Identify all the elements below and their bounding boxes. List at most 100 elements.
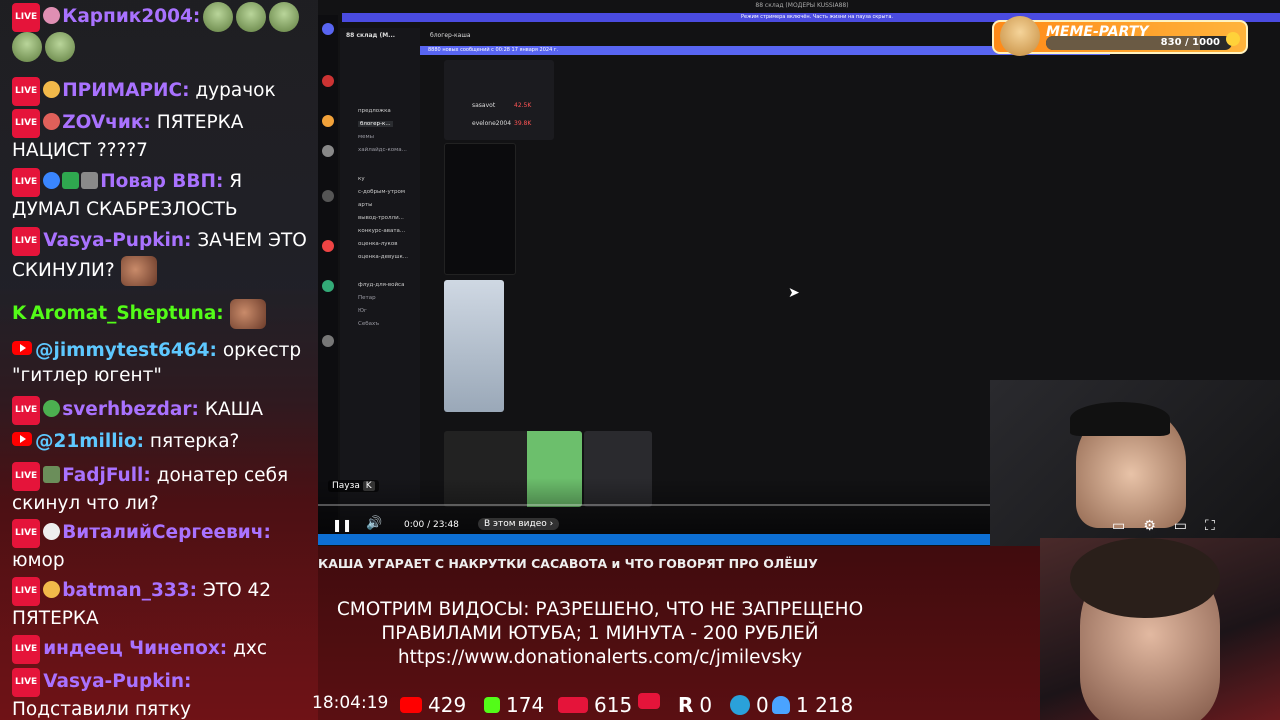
coin-icon [1226, 32, 1240, 46]
chat-username: ZOVчик: [62, 112, 151, 133]
server-name[interactable]: 88 склад (М... [346, 32, 395, 39]
server-icon[interactable] [322, 335, 334, 347]
player-stat: 39.8K [514, 120, 532, 127]
chat-message: LIVE FadjFull: донатер себя скинул что ли… [12, 462, 312, 516]
rules-text: СМОТРИМ ВИДОСЫ: РАЗРЕШЕНО, ЧТО НЕ ЗАПРЕЩ… [300, 598, 900, 670]
frog-emote-icon [203, 2, 234, 32]
frog-emote-icon [12, 32, 42, 62]
kick-icon: K [12, 303, 27, 324]
mouse-cursor-icon: ➤ [788, 285, 800, 301]
server-icon[interactable] [322, 280, 334, 292]
server-icon[interactable] [322, 75, 334, 87]
voice-user[interactable]: Себахъ [358, 321, 379, 327]
kick-stat: 174 [484, 693, 544, 717]
channel-item[interactable]: оценка-девушк... [358, 254, 408, 260]
doge-icon [1000, 16, 1040, 56]
rules-line: СМОТРИМ ВИДОСЫ: РАЗРЕШЕНО, ЧТО НЕ ЗАПРЕЩ… [336, 599, 864, 620]
chat-message: @jimmytest6464: оркестр "гитлер югент" [12, 338, 312, 388]
theater-icon[interactable]: ▭ [1174, 518, 1187, 540]
chat-username: Карпик2004: [62, 6, 201, 27]
meme-party-widget: MEME-PARTY 830 / 1000 [992, 16, 1248, 56]
channel-item[interactable]: вывод-тролли... [358, 215, 404, 221]
channel-item[interactable]: мемы [358, 134, 374, 140]
chat-message: LIVE ВиталийСергеевич: юмор [12, 519, 312, 573]
chat-message: LIVE ПРИМАРИС: дурачок [12, 77, 312, 106]
fullscreen-icon[interactable]: ⛶ [1205, 518, 1215, 540]
channel-item[interactable]: хайлайдс-кома... [358, 147, 407, 153]
headphones [1070, 538, 1220, 618]
kick-count: 174 [506, 693, 545, 717]
chat-message: K Aromat_Sheptuna: [12, 299, 312, 329]
chat-text: юмор [12, 550, 65, 571]
chat-message: @21millio: пятерка? [12, 429, 312, 454]
channel-item[interactable]: конкурс-авата... [358, 228, 405, 234]
guest-webcam: ▭ ⚙ ▭ ⛶ [990, 380, 1280, 546]
youtube-count: 429 [428, 693, 467, 717]
voice-user[interactable]: Юг [358, 308, 367, 314]
telegram-icon [730, 695, 750, 715]
meme-emote-icon [120, 256, 157, 286]
server-icon[interactable] [322, 190, 334, 202]
voice-user[interactable]: Петар [358, 295, 376, 301]
windows-taskbar [318, 534, 990, 545]
user-badge-icon [43, 466, 61, 483]
window-title: 88 склад (МОДЕРЫ KUSSIA88) [755, 2, 849, 9]
chat-username: Vasya-Pupkin: [43, 230, 192, 251]
server-icon[interactable] [322, 145, 334, 157]
chat-username: @jimmytest6464: [35, 340, 217, 361]
meme-progress-text: 830 / 1000 [1160, 37, 1220, 48]
video-player-controls: Пауза K ❚❚ 🔊 0:00 / 23:48 В этом видео › [318, 478, 990, 536]
video-thumbnail[interactable] [444, 143, 516, 275]
channel-item[interactable]: арты [358, 202, 372, 208]
live-badge: LIVE [12, 635, 41, 664]
chat-message: LIVE Vasya-Pupkin: ЗАЧЕМ ЭТО СКИНУЛИ? [12, 227, 312, 286]
live-badge: LIVE [12, 77, 41, 106]
clock: 18:04:19 [312, 693, 388, 713]
live-count: 615 [594, 693, 633, 717]
streamer-webcam [1040, 538, 1280, 720]
live-badge: LIVE [12, 668, 41, 697]
channel-item[interactable]: оценка-луков [358, 241, 397, 247]
chat-message: LIVE ZOVчик: ПЯТЕРКА НАЦИСТ ????7 [12, 109, 312, 163]
channel-item[interactable]: предложка [358, 108, 391, 114]
channel-item[interactable]: ку [358, 176, 365, 182]
user-badge-icon [43, 81, 61, 98]
screenshot-thumbnail[interactable] [444, 280, 504, 412]
channel-item[interactable]: с-добрым-утром [358, 189, 405, 195]
server-rail[interactable] [318, 15, 338, 535]
chat-text: дхс [233, 638, 268, 659]
progress-track[interactable] [318, 504, 990, 506]
in-video-button[interactable]: В этом видео › [478, 518, 560, 530]
video-title: КАША УГАРАЕТ С НАКРУТКИ САСАВОТА и ЧТО Г… [318, 556, 818, 571]
donation-url[interactable]: https://www.donationalerts.com/c/jmilevs… [300, 646, 900, 670]
live-badge: LIVE [12, 227, 41, 256]
server-icon[interactable] [322, 115, 334, 127]
channel-item[interactable]: флуд-для-войса [358, 282, 404, 288]
volume-icon[interactable]: 🔊 [366, 516, 382, 531]
kick-icon [484, 697, 500, 713]
cc-icon[interactable]: ▭ [1112, 518, 1125, 540]
live-badge: LIVE [12, 577, 41, 606]
chat-message: LIVE Vasya-Pupkin: Подставили пятку [12, 668, 312, 720]
discord-home-icon[interactable] [322, 23, 334, 35]
user-badge-icon [81, 172, 99, 189]
server-icon[interactable] [322, 240, 334, 252]
video-time: 0:00 / 23:48 [404, 520, 459, 530]
embed-thumbnail[interactable]: sasavot 42.5K evelone2004 39.8K [444, 60, 554, 140]
play-icon [638, 693, 660, 709]
settings-icon[interactable]: ⚙ [1143, 518, 1156, 540]
viewers-icon [772, 696, 790, 714]
telegram-count: 0 [756, 693, 769, 717]
total-stat: 1 218 [772, 693, 853, 717]
pause-label: Пауза [332, 481, 360, 491]
channel-header: блогер-каша [430, 32, 471, 39]
chat-message: LIVE batman_333: ЭТО 42 ПЯТЕРКА [12, 577, 312, 631]
cap [1070, 402, 1170, 436]
pause-icon[interactable]: ❚❚ [332, 518, 352, 532]
chat-username: sverhbezdar: [62, 399, 199, 420]
channel-item-active[interactable]: блогер-к... [358, 121, 393, 127]
chat-username: FadjFull: [62, 465, 151, 486]
member-list [1193, 60, 1280, 340]
chat-username: Aromat_Sheptuna: [30, 303, 224, 324]
player-name: sasavot [472, 102, 496, 109]
